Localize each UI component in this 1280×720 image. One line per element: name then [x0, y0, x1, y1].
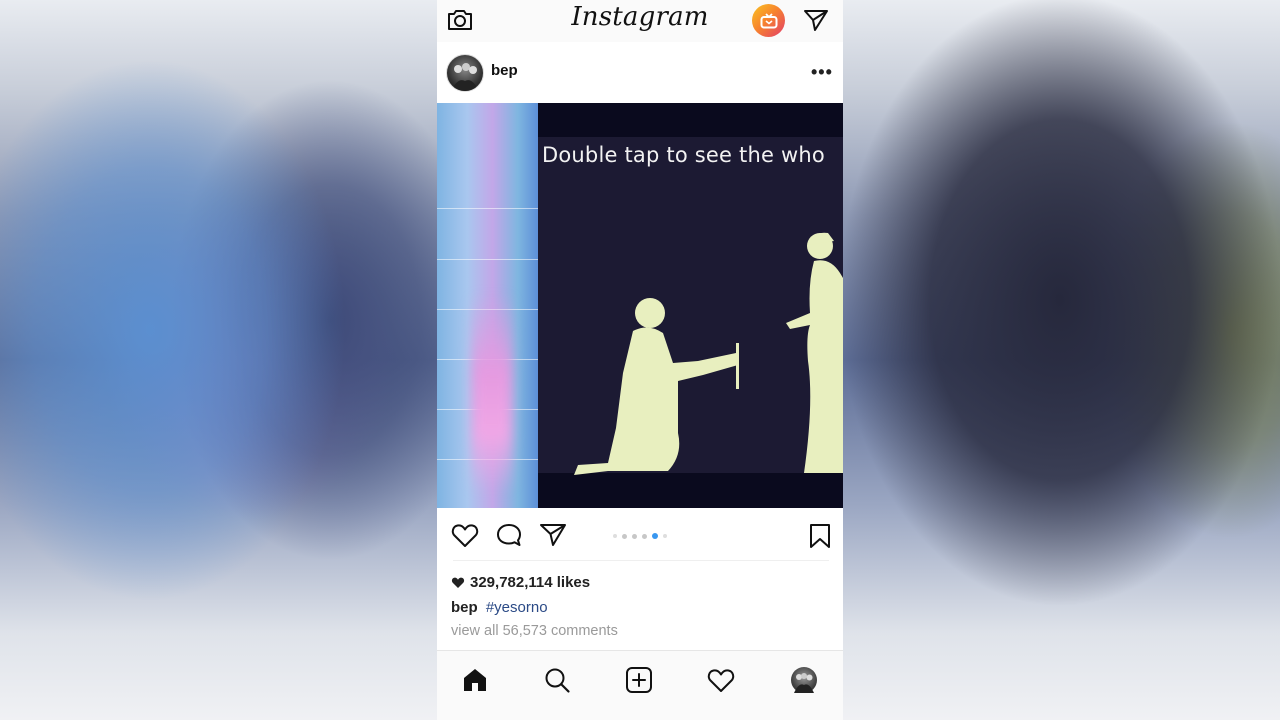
like-icon[interactable] [451, 522, 479, 548]
post-caption: bep #yesorno [451, 599, 548, 616]
image-left-panel [437, 103, 538, 508]
bottom-nav [437, 650, 843, 720]
post-username[interactable]: bep [491, 62, 518, 79]
igtv-icon[interactable] [752, 4, 785, 37]
carousel-dot-active [652, 533, 658, 539]
carousel-dot [663, 534, 667, 538]
carousel-dot [613, 534, 617, 538]
instagram-feed-screen: Instagram bep ••• Double tap to see the … [437, 0, 843, 720]
view-comments-link[interactable]: view all 56,573 comments [451, 623, 618, 639]
carousel-dot [632, 533, 637, 539]
search-icon[interactable] [542, 665, 572, 695]
carousel-dot [622, 533, 627, 539]
top-bar: Instagram [437, 0, 843, 42]
comment-icon[interactable] [495, 522, 523, 548]
direct-send-icon[interactable] [803, 8, 829, 32]
image-right-panel: Double tap to see the who [538, 103, 843, 508]
heart-filled-icon [451, 577, 465, 588]
share-icon[interactable] [539, 522, 567, 548]
carousel-indicator [613, 533, 667, 539]
post-header: bep ••• [437, 42, 843, 102]
divider [453, 560, 829, 561]
home-icon[interactable] [460, 665, 490, 695]
more-dots-icon[interactable]: ••• [811, 62, 833, 83]
post-actions [437, 508, 843, 562]
post-image[interactable]: Double tap to see the who [437, 103, 843, 508]
proposal-silhouette [574, 232, 843, 475]
new-post-icon[interactable] [624, 665, 654, 695]
post-author-avatar[interactable] [446, 54, 484, 92]
likes-text: 329,782,114 likes [470, 574, 591, 591]
profile-avatar-image [791, 667, 817, 693]
activity-heart-icon[interactable] [706, 665, 736, 695]
blurred-background: Instagram bep ••• Double tap to see the … [0, 0, 1280, 720]
carousel-dot [642, 533, 647, 539]
profile-avatar[interactable] [789, 665, 819, 695]
bookmark-icon[interactable] [807, 522, 833, 550]
caption-hashtag[interactable]: #yesorno [486, 599, 548, 616]
caption-username[interactable]: bep [451, 599, 478, 616]
likes-count[interactable]: 329,782,114 likes [451, 574, 590, 591]
